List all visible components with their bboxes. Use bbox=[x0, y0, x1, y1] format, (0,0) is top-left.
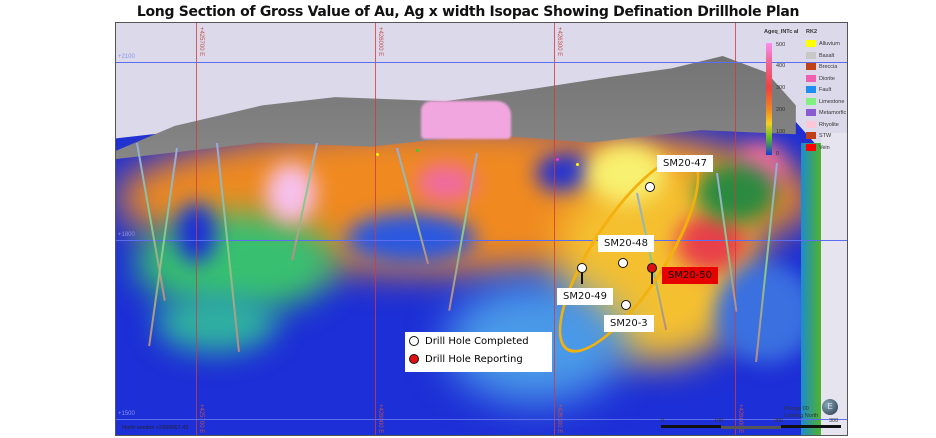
drillhole-label-reporting: SM20-50 bbox=[662, 267, 719, 284]
drillhole-legend: Drill Hole Completed Drill Hole Reportin… bbox=[405, 332, 552, 372]
rock-legend-label: Vein bbox=[819, 144, 830, 151]
drillhole-label: SM20-49 bbox=[557, 288, 614, 305]
legend-label: Drill Hole Completed bbox=[425, 335, 529, 347]
strip bbox=[801, 143, 821, 435]
rock-legend-label: Breccia bbox=[819, 64, 838, 70]
rock-swatch bbox=[806, 40, 816, 47]
drillhole-stem bbox=[581, 272, 583, 284]
elevation-label: +2100 bbox=[118, 54, 135, 60]
legend-label: Drill Hole Reporting bbox=[425, 353, 523, 365]
rock-legend-label: Limestone bbox=[819, 98, 845, 105]
easting-line bbox=[375, 23, 376, 435]
color-tick: 100 bbox=[776, 129, 786, 135]
looking-label: Looking North bbox=[784, 413, 819, 419]
rock-legend-label: STW bbox=[819, 133, 832, 139]
easting-line bbox=[735, 23, 736, 435]
drillhole-marker-completed[interactable] bbox=[618, 258, 628, 268]
sample-dot bbox=[376, 153, 379, 156]
drillhole-label: SM20-3 bbox=[604, 315, 654, 332]
rhyolite-body bbox=[421, 101, 511, 139]
elevation-line bbox=[116, 419, 847, 420]
rock-swatch bbox=[806, 86, 816, 93]
rock-swatch bbox=[806, 97, 816, 105]
completed-icon bbox=[409, 336, 419, 346]
rock-legend-label: Fault bbox=[819, 87, 832, 93]
rock-swatch bbox=[806, 143, 816, 151]
plunge-label: Plunge 00 bbox=[784, 406, 809, 412]
drillhole-stem bbox=[651, 272, 653, 284]
rock-swatch bbox=[806, 51, 816, 59]
drillhole-marker-completed[interactable] bbox=[645, 182, 655, 192]
rock-legend-title: RK2 bbox=[806, 29, 818, 35]
sample-dot bbox=[416, 149, 419, 152]
drillhole-label: SM20-47 bbox=[657, 155, 714, 172]
color-legend-title: Ageq_INTc al bbox=[764, 29, 799, 35]
reporting-icon bbox=[409, 354, 419, 364]
easting-line bbox=[196, 23, 197, 435]
color-tick: 300 bbox=[776, 85, 786, 91]
rock-legend-label: Diorite bbox=[819, 75, 835, 82]
drillhole-marker-completed[interactable] bbox=[577, 263, 587, 273]
elevation-line bbox=[116, 62, 847, 63]
sample-dot bbox=[556, 158, 559, 161]
rock-swatch bbox=[806, 63, 816, 70]
rock-swatch bbox=[806, 74, 816, 82]
long-section-map[interactable]: +425700 E +426000 E +426300 E +425700 E … bbox=[115, 22, 848, 436]
scale-tick: 0 bbox=[661, 418, 665, 424]
rock-legend-label: Basalt bbox=[819, 52, 835, 59]
drillhole-marker-reporting[interactable] bbox=[647, 263, 657, 273]
easting-label: +425700 E bbox=[198, 27, 204, 57]
rock-legend-label: Alluvium bbox=[819, 41, 840, 47]
drillhole-marker-completed[interactable] bbox=[621, 300, 631, 310]
rock-swatch bbox=[806, 120, 816, 128]
section-label: North section +2960067.43 bbox=[122, 425, 189, 431]
color-tick: 500 bbox=[776, 42, 786, 48]
easting-label: +426000 E bbox=[377, 27, 383, 57]
sample-dot bbox=[576, 163, 579, 166]
compass-icon[interactable]: E bbox=[822, 399, 838, 415]
legend-completed: Drill Hole Completed bbox=[405, 332, 552, 350]
scale-bar bbox=[661, 425, 721, 428]
rock-swatch bbox=[806, 109, 816, 116]
pale-area bbox=[821, 133, 847, 435]
scale-tick: 300 bbox=[829, 418, 839, 424]
color-tick: 200 bbox=[776, 107, 786, 113]
page-title: Long Section of Gross Value of Au, Ag x … bbox=[136, 4, 800, 20]
scale-bar bbox=[721, 426, 781, 429]
elevation-label: +1800 bbox=[118, 232, 135, 238]
rock-legend-label: Metamorfic bbox=[819, 110, 847, 116]
easting-label: +426300 E bbox=[556, 27, 562, 57]
scale-tick: 200 bbox=[774, 418, 784, 424]
legend-reporting: Drill Hole Reporting bbox=[405, 350, 552, 368]
color-scale-bar bbox=[766, 43, 772, 155]
easting-line bbox=[554, 23, 555, 435]
elevation-label: +1500 bbox=[118, 411, 135, 417]
rock-legend-label: Rhyolite bbox=[819, 121, 839, 128]
scale-tick: 100 bbox=[714, 418, 724, 424]
color-tick: 400 bbox=[776, 63, 786, 69]
rock-swatch bbox=[806, 132, 816, 139]
scale-bar bbox=[781, 425, 841, 428]
color-tick: 0 bbox=[776, 151, 780, 157]
drillhole-label: SM20-48 bbox=[598, 235, 655, 252]
